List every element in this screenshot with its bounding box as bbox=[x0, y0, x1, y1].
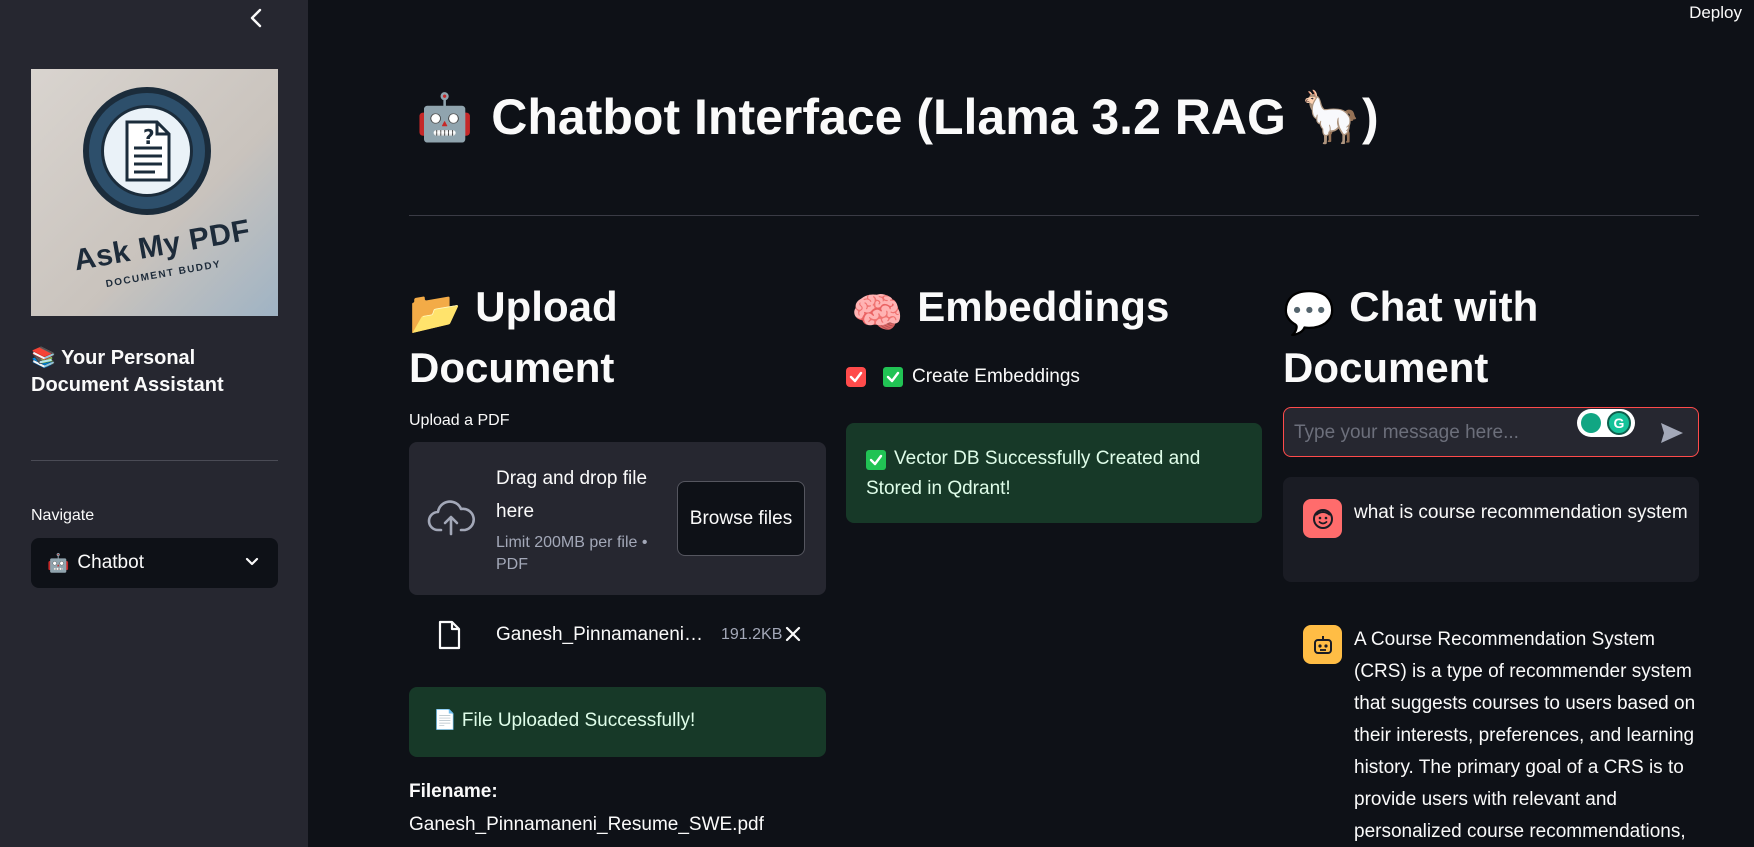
grammarly-plus-icon bbox=[1581, 413, 1601, 433]
folder-icon: 📂 bbox=[409, 289, 462, 336]
chat-heading: 💬 Chat with Document bbox=[1283, 279, 1703, 395]
sidebar: ? Ask My PDF DOCUMENT BUDDY 📚 Your Perso… bbox=[0, 0, 308, 847]
robot-icon: 🤖 bbox=[47, 552, 70, 573]
assistant-message-text: A Course Recommendation System (CRS) is … bbox=[1354, 629, 1696, 842]
upload-heading: 📂 Upload Document bbox=[409, 279, 829, 395]
uploaded-file-row: Ganesh_Pinnamaneni_Resume_SWE.pdf 191.2K… bbox=[409, 612, 826, 658]
file-dropzone[interactable]: Drag and drop file here Limit 200MB per … bbox=[409, 442, 826, 595]
file-icon bbox=[437, 620, 461, 655]
user-message-text: what is course recommendation system bbox=[1354, 502, 1688, 523]
dropzone-limit: Limit 200MB per file • PDF bbox=[496, 534, 648, 573]
navigate-select[interactable]: 🤖 Chatbot bbox=[31, 538, 278, 588]
navigate-selected-value: Chatbot bbox=[77, 552, 144, 573]
page-title: 🤖 Chatbot Interface (Llama 3.2 RAG 🦙) bbox=[416, 88, 1379, 147]
filename-value: Ganesh_Pinnamaneni_Resume_SWE.pdf bbox=[409, 814, 764, 835]
robot-icon: 🤖 bbox=[416, 91, 474, 143]
sidebar-divider bbox=[31, 460, 278, 461]
title-divider bbox=[409, 215, 1699, 216]
chevron-left-icon bbox=[250, 8, 262, 28]
cloud-upload-icon bbox=[427, 500, 475, 543]
uploaded-file-name: Ganesh_Pinnamaneni_Resume_SWE.pdf bbox=[496, 624, 706, 645]
browse-files-button[interactable]: Browse files bbox=[677, 481, 805, 556]
chevron-down-icon bbox=[244, 554, 260, 575]
chat-message-assistant: A Course Recommendation System (CRS) is … bbox=[1283, 603, 1699, 847]
chat-input-box: G bbox=[1283, 407, 1699, 457]
upload-label: Upload a PDF bbox=[409, 412, 510, 429]
uploaded-file-size: 191.2KB bbox=[721, 626, 783, 643]
create-embeddings-checkbox[interactable] bbox=[846, 367, 866, 387]
user-avatar-icon bbox=[1303, 499, 1342, 538]
check-mark-icon bbox=[866, 450, 886, 470]
page-title-text: Chatbot Interface (Llama 3.2 RAG 🦙) bbox=[491, 89, 1379, 145]
brain-icon: 🧠 bbox=[851, 289, 904, 336]
speech-bubble-icon: 💬 bbox=[1283, 289, 1336, 336]
assistant-title: 📚 Your Personal Document Assistant bbox=[31, 347, 224, 396]
document-question-icon: ? bbox=[101, 105, 193, 197]
create-embeddings-checkbox-row: Create Embeddings bbox=[846, 366, 1080, 388]
upload-success-alert: 📄 File Uploaded Successfully! bbox=[409, 687, 826, 757]
logo-badge: ? bbox=[83, 87, 211, 215]
vector-db-success-alert: Vector DB Successfully Created and Store… bbox=[846, 423, 1262, 523]
app-logo: ? Ask My PDF DOCUMENT BUDDY bbox=[31, 69, 278, 316]
embeddings-heading: 🧠 Embeddings bbox=[851, 279, 1271, 340]
check-mark-icon bbox=[883, 367, 903, 387]
deploy-button[interactable]: Deploy bbox=[1689, 3, 1742, 23]
svg-text:?: ? bbox=[143, 125, 155, 149]
chat-message-user: what is course recommendation system bbox=[1283, 477, 1699, 582]
remove-file-icon[interactable] bbox=[781, 622, 805, 646]
send-icon[interactable] bbox=[1659, 421, 1685, 450]
bot-avatar-icon bbox=[1303, 625, 1342, 664]
filename-label: Filename: bbox=[409, 781, 498, 802]
collapse-sidebar-button[interactable] bbox=[244, 6, 268, 30]
chat-message-input[interactable] bbox=[1294, 418, 1564, 448]
embeddings-heading-text: Embeddings bbox=[917, 283, 1170, 330]
grammarly-widget[interactable]: G bbox=[1577, 409, 1635, 437]
vector-db-success-text: Vector DB Successfully Created and Store… bbox=[866, 448, 1201, 499]
grammarly-icon: G bbox=[1607, 411, 1631, 435]
create-embeddings-label: Create Embeddings bbox=[912, 366, 1080, 387]
dropzone-text: Drag and drop file here bbox=[496, 468, 648, 522]
navigate-label: Navigate bbox=[31, 507, 95, 524]
